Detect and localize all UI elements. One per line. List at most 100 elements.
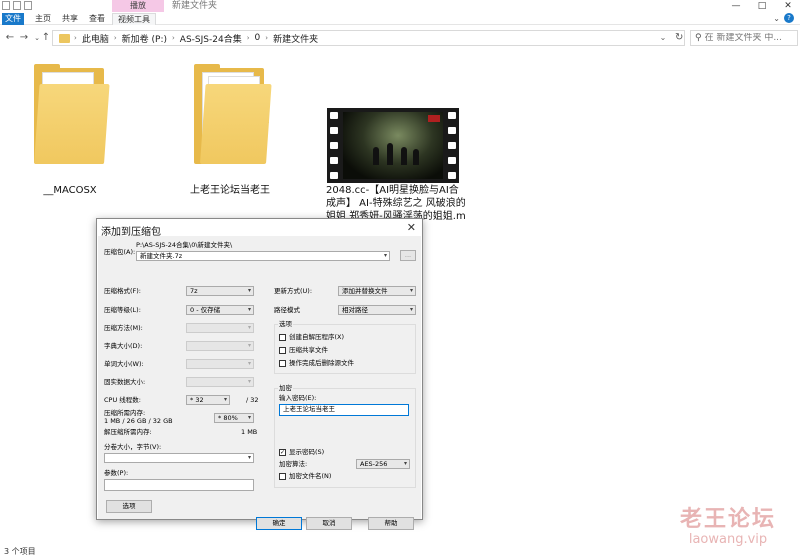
breadcrumb-zero[interactable]: 0 <box>250 33 266 43</box>
volume-size-combo[interactable]: ▾ <box>104 453 254 463</box>
chevron-down-icon: ▾ <box>383 252 387 259</box>
update-mode-select[interactable]: 添加并替换文件 ▾ <box>338 286 416 296</box>
watermark: 老王论坛 laowang.vip <box>680 508 776 548</box>
chevron-down-icon[interactable]: ⌄ <box>656 31 670 45</box>
method-select[interactable]: ▾ <box>186 323 254 333</box>
threads-total: / 32 <box>246 396 259 404</box>
chevron-down-icon: ▾ <box>247 414 251 421</box>
level-select[interactable]: 0 - 仅存储 ▾ <box>186 305 254 315</box>
encryption-method-value: AES-256 <box>360 460 388 468</box>
chevron-down-icon: ▾ <box>247 454 251 461</box>
navigation-bar: ← → ⌄ ↑ › 此电脑 › 新加卷 (P:) › AS-SJS-24合集 ›… <box>0 28 800 48</box>
help-icon[interactable]: ? <box>784 13 794 23</box>
properties-icon[interactable] <box>13 1 21 10</box>
word-size-select[interactable]: ▾ <box>186 359 254 369</box>
options-button[interactable]: 选项 <box>106 500 152 513</box>
forward-arrow-icon[interactable]: → <box>18 31 30 45</box>
back-arrow-icon[interactable]: ← <box>4 31 16 45</box>
memory-percent-value: * 80% <box>218 414 238 422</box>
chevron-down-icon: ▾ <box>247 360 251 367</box>
show-password-checkbox[interactable]: ✓ <box>279 449 286 456</box>
solid-size-select[interactable]: ▾ <box>186 377 254 387</box>
folder-icon <box>59 33 70 43</box>
breadcrumb-this-pc[interactable]: 此电脑 <box>77 32 114 45</box>
tab-home[interactable]: 主页 <box>30 13 56 25</box>
parameters-input[interactable] <box>104 479 254 491</box>
close-icon[interactable]: ✕ <box>407 221 416 234</box>
memory-decompress-label: 解压缩所需内存: <box>104 428 152 436</box>
search-input[interactable] <box>704 33 793 43</box>
save-icon[interactable] <box>2 1 10 10</box>
watermark-title: 老王论坛 <box>680 507 777 532</box>
maximize-button[interactable]: □ <box>750 0 774 12</box>
search-icon: ⚲ <box>695 33 702 43</box>
update-mode-label: 更新方式(U): <box>274 287 313 295</box>
file-item-laowang-folder[interactable]: 上老王论坛当老王 <box>190 64 290 197</box>
level-label: 压缩等级(L): <box>104 306 141 314</box>
breadcrumb-drive[interactable]: 新加卷 (P:) <box>117 32 172 45</box>
dictionary-label: 字典大小(D): <box>104 342 143 350</box>
shared-files-checkbox[interactable] <box>279 347 286 354</box>
cancel-button[interactable]: 取消 <box>306 517 352 530</box>
title-bar: 播放 新建文件夹 — □ ✕ <box>0 0 800 12</box>
volume-size-label: 分卷大小，字节(V): <box>104 443 162 451</box>
encrypt-names-checkbox[interactable] <box>279 473 286 480</box>
encrypt-names-label: 加密文件名(N) <box>289 472 332 480</box>
options-group-title: 选项 <box>278 320 293 329</box>
format-select[interactable]: 7z ▾ <box>186 286 254 296</box>
watermark-url: laowang.vip <box>688 532 768 547</box>
memory-percent-select[interactable]: * 80% ▾ <box>214 413 254 423</box>
path-mode-select[interactable]: 相对路径 ▾ <box>338 305 416 315</box>
address-bar[interactable]: › 此电脑 › 新加卷 (P:) › AS-SJS-24合集 › 0 › 新建文… <box>52 30 685 46</box>
breadcrumb-current[interactable]: 新建文件夹 <box>268 32 323 45</box>
format-value: 7z <box>190 287 198 295</box>
search-box[interactable]: ⚲ <box>690 30 798 46</box>
tab-video-tools[interactable]: 视频工具 <box>112 13 156 25</box>
tab-share[interactable]: 共享 <box>57 13 83 25</box>
parameters-label: 参数(P): <box>104 469 129 477</box>
sfx-checkbox[interactable] <box>279 334 286 341</box>
tab-view[interactable]: 查看 <box>84 13 110 25</box>
minimize-button[interactable]: — <box>724 0 748 12</box>
show-password-label: 显示密码(S) <box>289 448 325 456</box>
file-name: 上老王论坛当老王 <box>190 185 270 196</box>
format-label: 压缩格式(F): <box>104 287 142 295</box>
ribbon-tabs: 文件 主页 共享 查看 视频工具 ⌄ ? <box>0 13 800 25</box>
threads-select[interactable]: * 32 ▾ <box>186 395 230 405</box>
encryption-method-select[interactable]: AES-256 ▾ <box>356 459 410 469</box>
chevron-down-icon: ▾ <box>409 306 413 313</box>
shared-files-label: 压缩共享文件 <box>289 346 328 354</box>
breadcrumb-collection[interactable]: AS-SJS-24合集 <box>175 32 247 45</box>
password-label: 输入密码(E): <box>279 394 317 402</box>
file-item-macosx[interactable]: __MACOSX <box>30 64 110 197</box>
sfx-label: 创建自解压程序(X) <box>289 333 345 341</box>
password-input[interactable]: 上老王论坛当老王 <box>279 404 409 416</box>
method-label: 压缩方法(M): <box>104 324 143 332</box>
chevron-down-icon: ▾ <box>247 342 251 349</box>
tab-file[interactable]: 文件 <box>2 13 24 25</box>
memory-decompress-value: 1 MB <box>241 428 258 436</box>
archive-path: P:\AS-SJS-24合集\0\新建文件夹\ <box>136 241 233 249</box>
level-value: 0 - 仅存储 <box>190 306 221 314</box>
close-button[interactable]: ✕ <box>776 0 800 12</box>
video-thumbnail-icon <box>327 108 459 183</box>
memory-compress-value: 1 MB / 26 GB / 32 GB <box>104 417 173 425</box>
delete-after-checkbox[interactable] <box>279 360 286 367</box>
file-name: __MACOSX <box>43 185 97 196</box>
archive-name-combo[interactable]: 新建文件夹.7z ▾ <box>136 251 390 261</box>
expand-ribbon-icon[interactable]: ⌄ <box>773 14 780 23</box>
dictionary-select[interactable]: ▾ <box>186 341 254 351</box>
up-arrow-icon[interactable]: ↑ <box>40 31 52 45</box>
word-size-label: 单词大小(W): <box>104 360 144 368</box>
archive-label: 压缩包(A): <box>104 248 136 256</box>
ok-button[interactable]: 确定 <box>256 517 302 530</box>
path-mode-label: 路径模式 <box>274 306 300 314</box>
contextual-tab-play[interactable]: 播放 <box>112 0 164 12</box>
refresh-icon[interactable]: ↻ <box>675 32 685 44</box>
help-button[interactable]: 帮助 <box>368 517 414 530</box>
solid-size-label: 固实数据大小: <box>104 378 146 386</box>
chevron-down-icon: ▾ <box>247 306 251 313</box>
new-folder-icon[interactable] <box>24 1 32 10</box>
browse-button[interactable]: ... <box>400 250 416 261</box>
chevron-down-icon: ▾ <box>247 378 251 385</box>
